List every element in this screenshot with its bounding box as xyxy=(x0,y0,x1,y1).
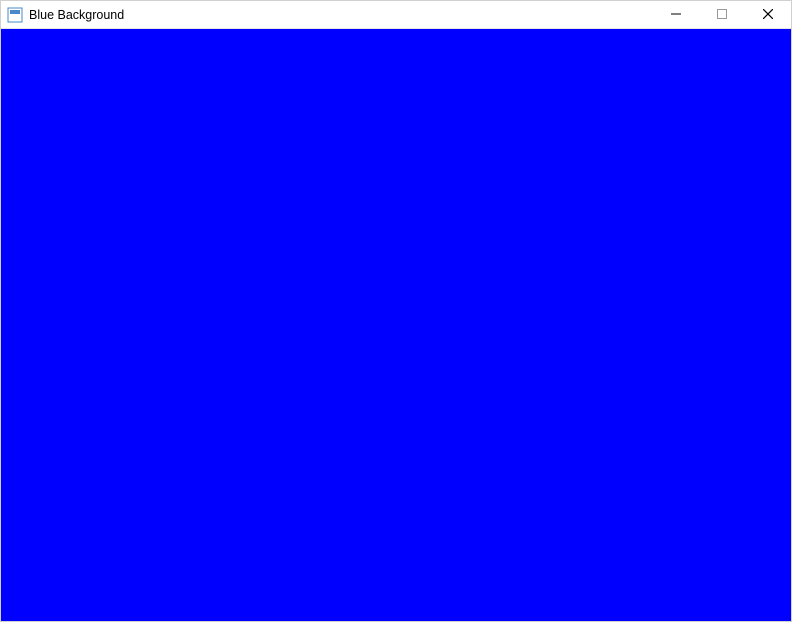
app-icon xyxy=(7,7,23,23)
maximize-icon xyxy=(717,7,727,22)
app-window: Blue Background xyxy=(0,0,792,622)
minimize-icon xyxy=(671,7,681,22)
window-controls xyxy=(653,1,791,28)
close-button[interactable] xyxy=(745,1,791,28)
window-title: Blue Background xyxy=(29,8,124,22)
title-bar: Blue Background xyxy=(1,1,791,29)
maximize-button[interactable] xyxy=(699,1,745,28)
client-area xyxy=(1,29,791,621)
minimize-button[interactable] xyxy=(653,1,699,28)
close-icon xyxy=(763,7,773,22)
